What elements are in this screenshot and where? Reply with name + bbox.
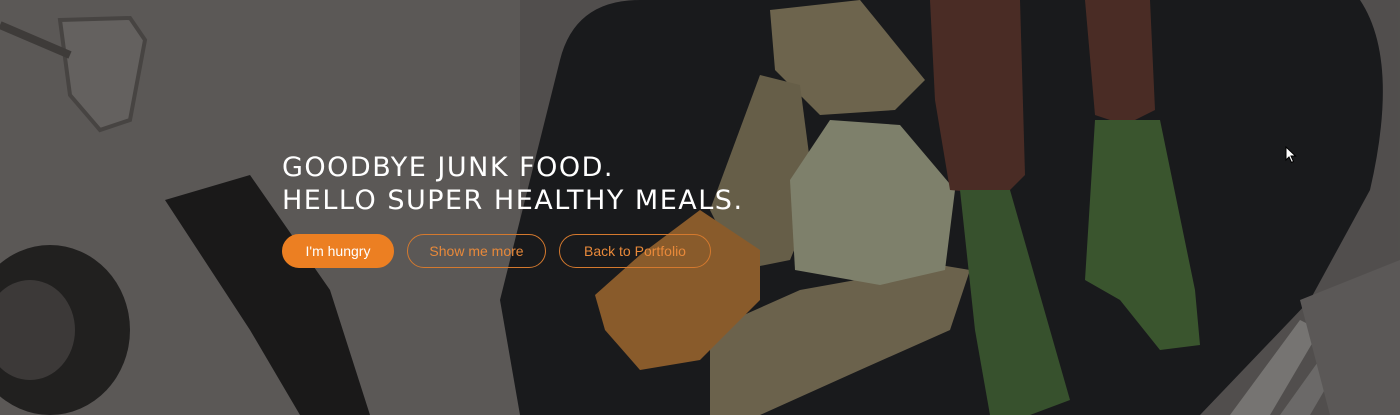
headline-line-1: GOODBYE JUNK FOOD. — [282, 152, 615, 183]
show-me-more-button[interactable]: Show me more — [407, 234, 546, 268]
headline-line-2: HELLO SUPER HEALTHY MEALS. — [282, 185, 744, 216]
hero-buttons: I'm hungry Show me more Back to Portfoli… — [282, 234, 744, 268]
im-hungry-button[interactable]: I'm hungry — [282, 234, 394, 268]
mouse-pointer-icon — [1285, 146, 1297, 164]
hero-content: GOODBYE JUNK FOOD. HELLO SUPER HEALTHY M… — [282, 151, 744, 268]
hero-banner: GOODBYE JUNK FOOD. HELLO SUPER HEALTHY M… — [0, 0, 1400, 415]
back-to-portfolio-button[interactable]: Back to Portfolio — [559, 234, 711, 268]
hero-headline: GOODBYE JUNK FOOD. HELLO SUPER HEALTHY M… — [282, 151, 744, 217]
